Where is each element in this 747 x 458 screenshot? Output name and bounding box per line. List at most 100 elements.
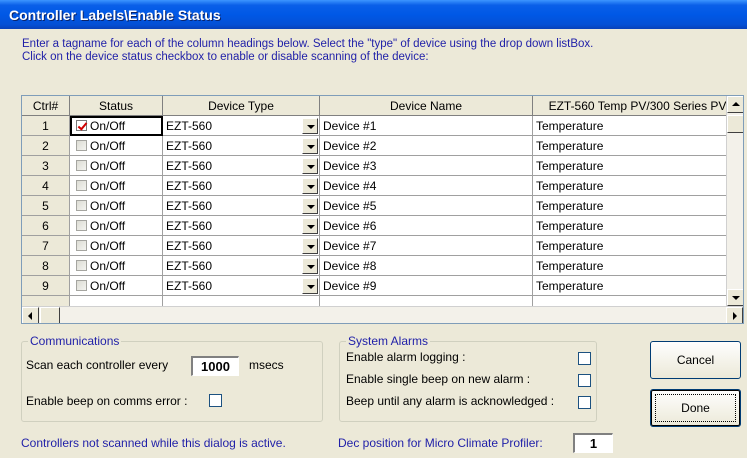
- row-status-cell[interactable]: On/Off: [70, 196, 163, 216]
- scroll-right-icon[interactable]: [726, 307, 743, 323]
- device-type-value: EZT-560: [166, 239, 213, 253]
- row-device-type-select[interactable]: EZT-560: [163, 136, 320, 156]
- row-temp-pv[interactable]: Temperature: [533, 136, 743, 156]
- row-status-cell[interactable]: On/Off: [70, 256, 163, 276]
- row-status-cell[interactable]: On/Off: [70, 216, 163, 236]
- dec-position-input[interactable]: 1: [573, 433, 613, 453]
- alarm-logging-label: Enable alarm logging :: [346, 350, 466, 364]
- row-device-name[interactable]: Device #2: [320, 136, 533, 156]
- device-type-value: EZT-560: [166, 159, 213, 173]
- status-checkbox[interactable]: [76, 140, 87, 151]
- status-label: On/Off: [90, 139, 126, 153]
- status-label: On/Off: [90, 179, 126, 193]
- dropdown-arrow-icon[interactable]: [302, 198, 318, 214]
- row-device-type-select[interactable]: EZT-560: [163, 156, 320, 176]
- row-temp-pv[interactable]: Temperature: [533, 256, 743, 276]
- status-checkbox[interactable]: [76, 220, 87, 231]
- scan-interval-unit: msecs: [249, 358, 284, 372]
- dropdown-arrow-icon[interactable]: [302, 158, 318, 174]
- row-device-name[interactable]: Device #4: [320, 176, 533, 196]
- dropdown-arrow-icon[interactable]: [302, 238, 318, 254]
- done-focus-rect: [655, 394, 736, 422]
- row-temp-pv[interactable]: Temperature: [533, 216, 743, 236]
- row-status-cell[interactable]: On/Off: [70, 236, 163, 256]
- comms-beep-checkbox[interactable]: [209, 394, 222, 407]
- dec-position-label: Dec position for Micro Climate Profiler:: [338, 436, 543, 450]
- instruction-line-2: Click on the device status checkbox to e…: [22, 51, 429, 63]
- done-button[interactable]: Done: [650, 389, 741, 427]
- row-device-type-select[interactable]: EZT-560: [163, 236, 320, 256]
- row-device-type-select[interactable]: EZT-560: [163, 216, 320, 236]
- status-checkbox[interactable]: [76, 120, 87, 131]
- device-type-value: EZT-560: [166, 279, 213, 293]
- row-device-name[interactable]: Device #3: [320, 156, 533, 176]
- status-checkbox[interactable]: [76, 200, 87, 211]
- alarm-logging-checkbox[interactable]: [578, 352, 591, 365]
- row-status-cell[interactable]: On/Off: [70, 156, 163, 176]
- status-label: On/Off: [90, 199, 126, 213]
- dropdown-arrow-icon[interactable]: [302, 138, 318, 154]
- scan-interval-label: Scan each controller every: [26, 358, 169, 372]
- vertical-scrollbar[interactable]: [726, 96, 743, 306]
- row-device-type-select[interactable]: EZT-560: [163, 276, 320, 296]
- status-label: On/Off: [90, 219, 126, 233]
- row-temp-pv[interactable]: Temperature: [533, 276, 743, 296]
- row-device-name[interactable]: Device #9: [320, 276, 533, 296]
- row-device-name[interactable]: Device #7: [320, 236, 533, 256]
- status-checkbox[interactable]: [76, 240, 87, 251]
- scan-interval-input[interactable]: 1000: [191, 356, 239, 376]
- status-checkbox[interactable]: [76, 160, 87, 171]
- status-label: On/Off: [90, 239, 126, 253]
- dropdown-arrow-icon[interactable]: [302, 258, 318, 274]
- single-beep-checkbox[interactable]: [578, 374, 591, 387]
- row-device-name[interactable]: Device #8: [320, 256, 533, 276]
- row-status-cell[interactable]: On/Off: [70, 136, 163, 156]
- row-temp-pv[interactable]: Temperature: [533, 196, 743, 216]
- row-temp-pv[interactable]: Temperature: [533, 116, 743, 136]
- header-ctrl: Ctrl#: [22, 96, 70, 116]
- row-device-type-select[interactable]: EZT-560: [163, 176, 320, 196]
- device-type-value: EZT-560: [166, 259, 213, 273]
- row-status-cell[interactable]: On/Off: [70, 176, 163, 196]
- row-temp-pv[interactable]: Temperature: [533, 176, 743, 196]
- row-device-type-select[interactable]: EZT-560: [163, 116, 320, 136]
- device-type-value: EZT-560: [166, 219, 213, 233]
- status-label: On/Off: [90, 159, 126, 173]
- vertical-scroll-thumb[interactable]: [727, 115, 743, 133]
- status-checkbox[interactable]: [76, 180, 87, 191]
- row-device-type-select[interactable]: EZT-560: [163, 256, 320, 276]
- instruction-line-1: Enter a tagname for each of the column h…: [22, 38, 594, 50]
- row-device-name[interactable]: Device #6: [320, 216, 533, 236]
- row-temp-pv[interactable]: Temperature: [533, 156, 743, 176]
- row-ctrl-number: 5: [22, 196, 70, 216]
- beep-until-ack-checkbox[interactable]: [578, 396, 591, 409]
- dropdown-arrow-icon[interactable]: [302, 218, 318, 234]
- row-device-name[interactable]: Device #5: [320, 196, 533, 216]
- row-status-cell[interactable]: On/Off: [70, 116, 163, 136]
- dropdown-arrow-icon[interactable]: [302, 178, 318, 194]
- dropdown-arrow-icon[interactable]: [302, 118, 318, 134]
- horizontal-scrollbar[interactable]: [22, 306, 743, 323]
- row-ctrl-number: 8: [22, 256, 70, 276]
- device-grid[interactable]: Ctrl# Status Device Type Device Name EZT…: [21, 95, 744, 324]
- row-ctrl-number: 4: [22, 176, 70, 196]
- system-alarms-label: System Alarms: [346, 334, 431, 348]
- row-device-type-select[interactable]: EZT-560: [163, 196, 320, 216]
- scroll-up-icon[interactable]: [727, 96, 743, 113]
- single-beep-label: Enable single beep on new alarm :: [346, 372, 531, 386]
- device-type-value: EZT-560: [166, 199, 213, 213]
- device-type-value: EZT-560: [166, 119, 213, 133]
- row-temp-pv[interactable]: Temperature: [533, 236, 743, 256]
- cancel-button[interactable]: Cancel: [650, 341, 741, 379]
- row-status-cell[interactable]: On/Off: [70, 276, 163, 296]
- dropdown-arrow-icon[interactable]: [302, 278, 318, 294]
- status-checkbox[interactable]: [76, 280, 87, 291]
- scroll-left-icon[interactable]: [22, 307, 39, 323]
- horizontal-scroll-thumb[interactable]: [40, 307, 60, 323]
- scroll-down-icon[interactable]: [727, 289, 743, 306]
- dialog-title: Controller Labels\Enable Status: [0, 0, 747, 29]
- row-device-name[interactable]: Device #1: [320, 116, 533, 136]
- communications-group: Communications Scan each controller ever…: [21, 334, 323, 422]
- status-checkbox[interactable]: [76, 260, 87, 271]
- comms-beep-label: Enable beep on comms error :: [26, 394, 188, 408]
